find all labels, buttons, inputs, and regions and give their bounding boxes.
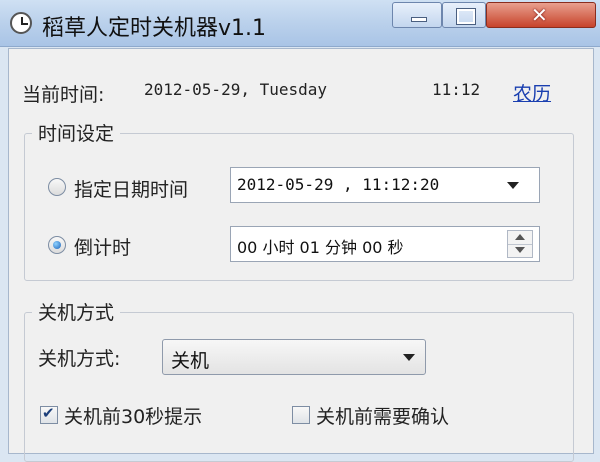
stepper-down-icon[interactable] <box>508 244 532 257</box>
datetime-picker-value: 2012-05-29 , 11:12:20 <box>237 175 440 194</box>
close-button[interactable]: ✕ <box>486 2 596 28</box>
shutdown-mode-title: 关机方式 <box>32 298 121 325</box>
current-time-label: 当前时间: <box>22 84 105 106</box>
shutdown-mode-value: 关机 <box>171 350 210 372</box>
shutdown-mode-label: 关机方式: <box>38 348 121 370</box>
maximize-button[interactable] <box>442 2 486 28</box>
countdown-input[interactable]: 00 小时 01 分钟 00 秒 <box>230 226 540 262</box>
chevron-down-icon[interactable] <box>507 182 519 189</box>
maximize-icon <box>456 8 476 25</box>
shutdown-mode-group <box>24 312 574 462</box>
specific-datetime-radio[interactable] <box>48 178 66 196</box>
countdown-label[interactable]: 倒计时 <box>74 233 131 260</box>
title-bar: 稻草人定时关机器v1.1 ✕ <box>0 0 600 47</box>
shutdown-mode-select[interactable]: 关机 <box>162 339 426 375</box>
window-title: 稻草人定时关机器v1.1 <box>42 16 267 41</box>
prompt-30s-checkbox[interactable] <box>40 404 58 424</box>
minimize-button[interactable] <box>392 2 442 28</box>
stepper-up-icon[interactable] <box>508 231 532 245</box>
prompt-30s-label[interactable]: 关机前30秒提示 <box>64 402 202 429</box>
specific-datetime-label[interactable]: 指定日期时间 <box>74 175 188 202</box>
current-date: 2012-05-29, Tuesday <box>144 80 328 99</box>
clock-icon <box>10 12 32 34</box>
chevron-down-icon[interactable] <box>403 354 415 361</box>
lunar-calendar-link[interactable]: 农历 <box>513 79 551 106</box>
close-icon: ✕ <box>531 3 548 27</box>
countdown-stepper[interactable] <box>507 230 533 258</box>
confirm-checkbox[interactable] <box>292 406 310 424</box>
countdown-radio[interactable] <box>48 236 66 254</box>
confirm-label[interactable]: 关机前需要确认 <box>316 402 449 429</box>
datetime-picker[interactable]: 2012-05-29 , 11:12:20 <box>230 167 540 203</box>
current-time: 11:12 <box>432 80 481 99</box>
time-setting-title: 时间设定 <box>32 119 121 146</box>
minimize-icon <box>411 17 427 22</box>
countdown-value: 00 小时 01 分钟 00 秒 <box>237 238 404 257</box>
